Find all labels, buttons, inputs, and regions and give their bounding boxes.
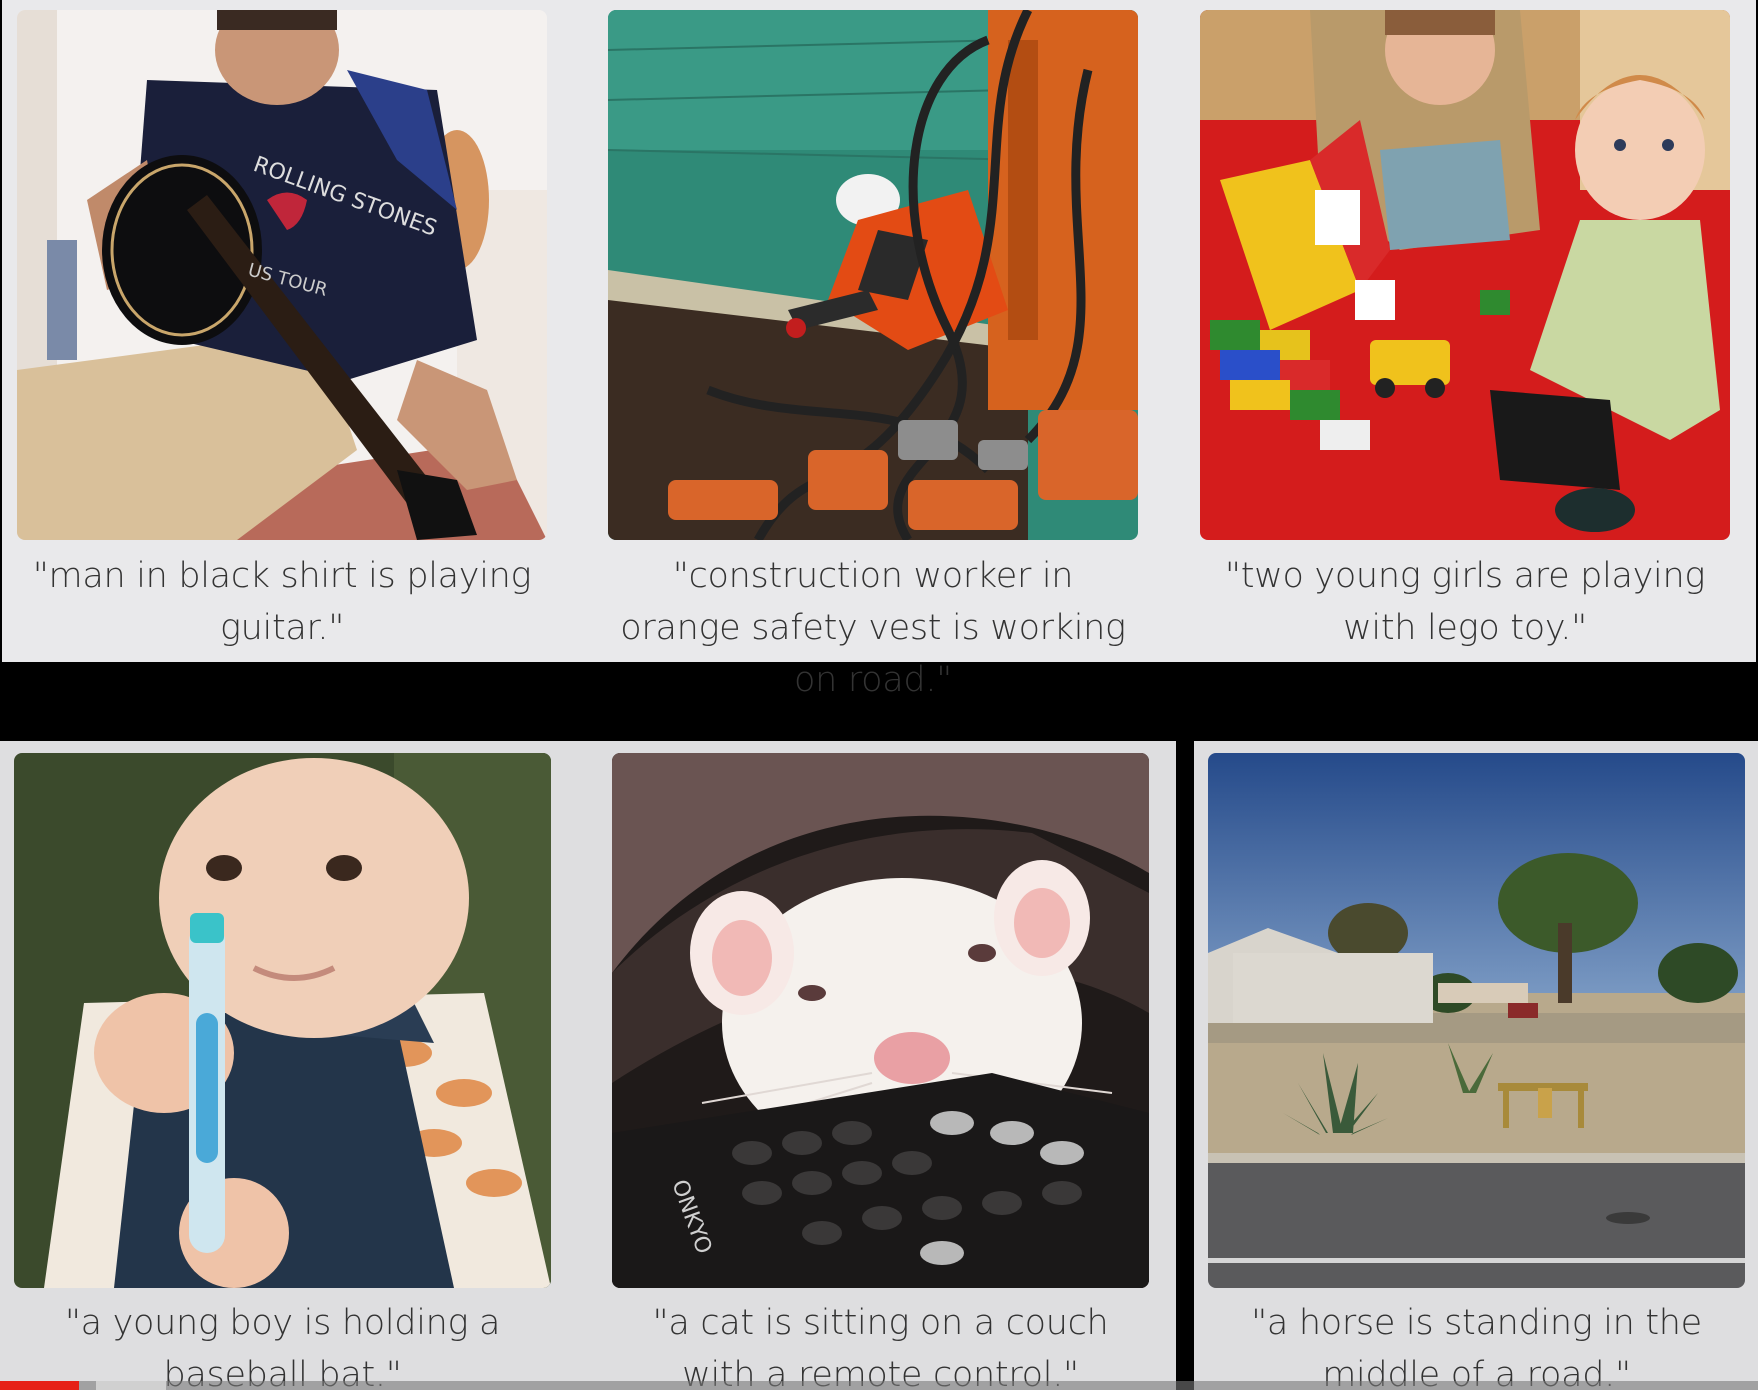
caption-construction: "construction worker in orange safety ve… [620,556,1126,700]
baby-photo [14,753,551,1288]
progress-played [0,1381,80,1390]
caption-ferret: "a cat is sitting on a couch with a remo… [652,1303,1109,1390]
caption-guitar: "man in black shirt is playing guitar." [32,556,532,648]
lego-photo [1200,10,1730,540]
caption-lego: "two young girls are playing with lego t… [1224,556,1706,648]
top-caption-panel: ROLLING STONES US TOUR "man in black shi… [2,0,1756,700]
guitar-image: ROLLING STONES US TOUR [17,10,547,540]
construction-photo [608,10,1138,540]
road-image [1208,753,1745,1288]
ferret-image: ONKYO [612,753,1149,1288]
video-frame: ROLLING STONES US TOUR "man in black shi… [0,0,1758,1390]
caption-baby: "a young boy is holding a baseball bat." [64,1303,501,1390]
guitar-photo: ROLLING STONES US TOUR [17,10,547,540]
road-photo [1208,753,1745,1288]
bottom-right-caption-panel: "a horse is standing in the middle of a … [1194,741,1758,1390]
caption-road: "a horse is standing in the middle of a … [1251,1303,1702,1390]
baby-image [14,753,551,1288]
lego-image [1200,10,1730,540]
ferret-photo: ONKYO [612,753,1149,1288]
video-progress-bar[interactable] [0,1381,1758,1390]
construction-image [608,10,1138,540]
bottom-left-caption-panel: "a young boy is holding a baseball bat." [0,741,1176,1390]
progress-buffered [96,1381,166,1390]
